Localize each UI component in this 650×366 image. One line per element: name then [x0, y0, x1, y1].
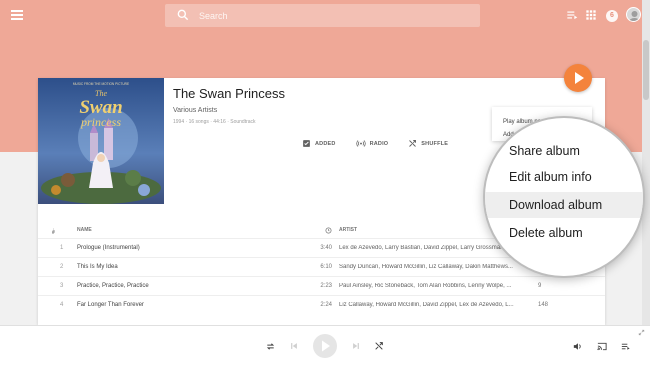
column-name[interactable]: NAME [77, 227, 92, 233]
queue-icon[interactable] [565, 8, 579, 22]
expand-icon[interactable] [638, 329, 645, 336]
track-name: Far Longer Than Forever [77, 302, 144, 308]
library-added-icon [303, 140, 310, 147]
player-bar [0, 325, 650, 366]
scrollbar-thumb[interactable] [643, 40, 649, 100]
next-track-icon[interactable] [351, 341, 361, 351]
album-actions: ADDED RADIO SHUFFLE [302, 139, 468, 148]
track-duration: 2:23 [320, 283, 332, 289]
track-plays: 9 [538, 283, 542, 289]
track-number: 1 [60, 245, 64, 251]
track-artist[interactable]: Paul Ainsley, Ric Stoneback, Tom Alan Ro… [339, 283, 529, 289]
menu-item-delete-album[interactable]: Delete album [485, 220, 643, 246]
track-name: This Is My Idea [77, 264, 118, 270]
column-number[interactable]: # ↓ [52, 227, 55, 236]
menu-item-download-album[interactable]: Download album [485, 192, 643, 218]
menu-item-share-album[interactable]: Share album [485, 138, 643, 164]
column-artist[interactable]: ARTIST [339, 227, 357, 233]
radio-icon [355, 140, 366, 147]
track-number: 3 [60, 283, 64, 289]
clock-icon [325, 227, 332, 236]
album-cover[interactable]: MUSIC FROM THE MOTION PICTURE The Swan p… [38, 78, 164, 204]
avatar[interactable] [626, 7, 641, 22]
table-row[interactable]: 3 Practice, Practice, Practice 2:23 Paul… [38, 276, 605, 295]
previous-track-icon[interactable] [289, 341, 299, 351]
menu-item-edit-album-info[interactable]: Edit album info [485, 164, 643, 190]
search-bar[interactable] [165, 4, 480, 27]
player-play-button[interactable] [313, 334, 337, 358]
radio-label: RADIO [369, 140, 389, 147]
track-number: 2 [60, 264, 64, 270]
added-button[interactable]: ADDED [302, 139, 336, 148]
menu-icon[interactable] [11, 10, 23, 20]
added-label: ADDED [315, 140, 336, 147]
page-scrollbar[interactable] [642, 0, 650, 325]
play-icon [322, 340, 330, 352]
top-bar: 6 [0, 0, 650, 32]
track-plays: 148 [538, 302, 549, 308]
cover-title-line-3: princess [80, 115, 121, 129]
queue-icon[interactable] [620, 341, 631, 352]
search-input[interactable] [199, 7, 469, 24]
volume-icon[interactable] [572, 341, 583, 352]
track-name: Prologue (Instrumental) [77, 245, 140, 251]
search-icon [177, 9, 189, 21]
album-meta: 1994 · 16 songs · 44:16 · Soundtrack [173, 119, 256, 125]
play-album-button[interactable] [564, 64, 592, 92]
track-name: Practice, Practice, Practice [77, 283, 149, 289]
cover-banner-text: MUSIC FROM THE MOTION PICTURE [73, 82, 129, 86]
table-row[interactable]: 4 Far Longer Than Forever 2:24 Liz Calla… [38, 295, 605, 314]
track-number: 4 [60, 302, 64, 308]
radio-button[interactable]: RADIO [355, 139, 389, 148]
album-artist[interactable]: Various Artists [173, 107, 217, 114]
play-icon [575, 72, 584, 84]
apps-grid-icon[interactable] [584, 8, 598, 22]
shuffle-button[interactable]: SHUFFLE [408, 139, 448, 148]
track-artist[interactable]: Sandy Duncan, Howard McGillin, Liz Calla… [339, 264, 529, 270]
shuffle-icon[interactable] [374, 341, 384, 351]
track-duration: 3:40 [320, 245, 332, 251]
notifications-badge[interactable]: 6 [606, 10, 618, 22]
magnified-menu: Share album Edit album info Download alb… [483, 116, 645, 278]
album-title: The Swan Princess [173, 86, 285, 101]
shuffle-icon [409, 140, 417, 147]
track-artist[interactable]: Liz Callaway, Howard McGillin, David Zip… [339, 302, 529, 308]
track-duration: 6:10 [320, 264, 332, 270]
shuffle-label: SHUFFLE [421, 140, 449, 147]
repeat-icon[interactable] [265, 341, 276, 352]
track-duration: 2:24 [320, 302, 332, 308]
cast-icon[interactable] [596, 341, 608, 352]
